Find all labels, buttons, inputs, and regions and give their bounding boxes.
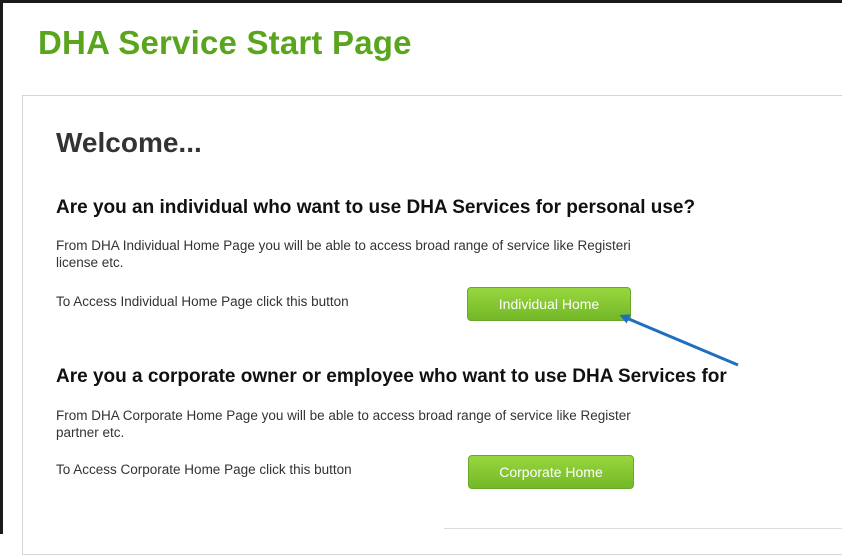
individual-home-button[interactable]: Individual Home — [467, 287, 631, 321]
individual-access-text: To Access Individual Home Page click thi… — [56, 294, 349, 309]
individual-description: From DHA Individual Home Page you will b… — [56, 237, 842, 273]
individual-description-line-1: From DHA Individual Home Page you will b… — [56, 238, 631, 253]
corporate-description-line-2: partner etc. — [56, 425, 125, 440]
corporate-question-heading: Are you a corporate owner or employee wh… — [56, 366, 727, 387]
welcome-heading: Welcome... — [56, 127, 202, 158]
individual-description-line-2: license etc. — [56, 255, 124, 270]
content-panel — [22, 95, 842, 555]
corporate-description: From DHA Corporate Home Page you will be… — [56, 407, 842, 443]
corporate-access-text: To Access Corporate Home Page click this… — [56, 462, 352, 477]
page-title: DHA Service Start Page — [38, 24, 412, 61]
corporate-description-line-1: From DHA Corporate Home Page you will be… — [56, 408, 631, 423]
individual-question-heading: Are you an individual who want to use DH… — [56, 197, 696, 218]
corporate-home-button[interactable]: Corporate Home — [468, 455, 634, 489]
